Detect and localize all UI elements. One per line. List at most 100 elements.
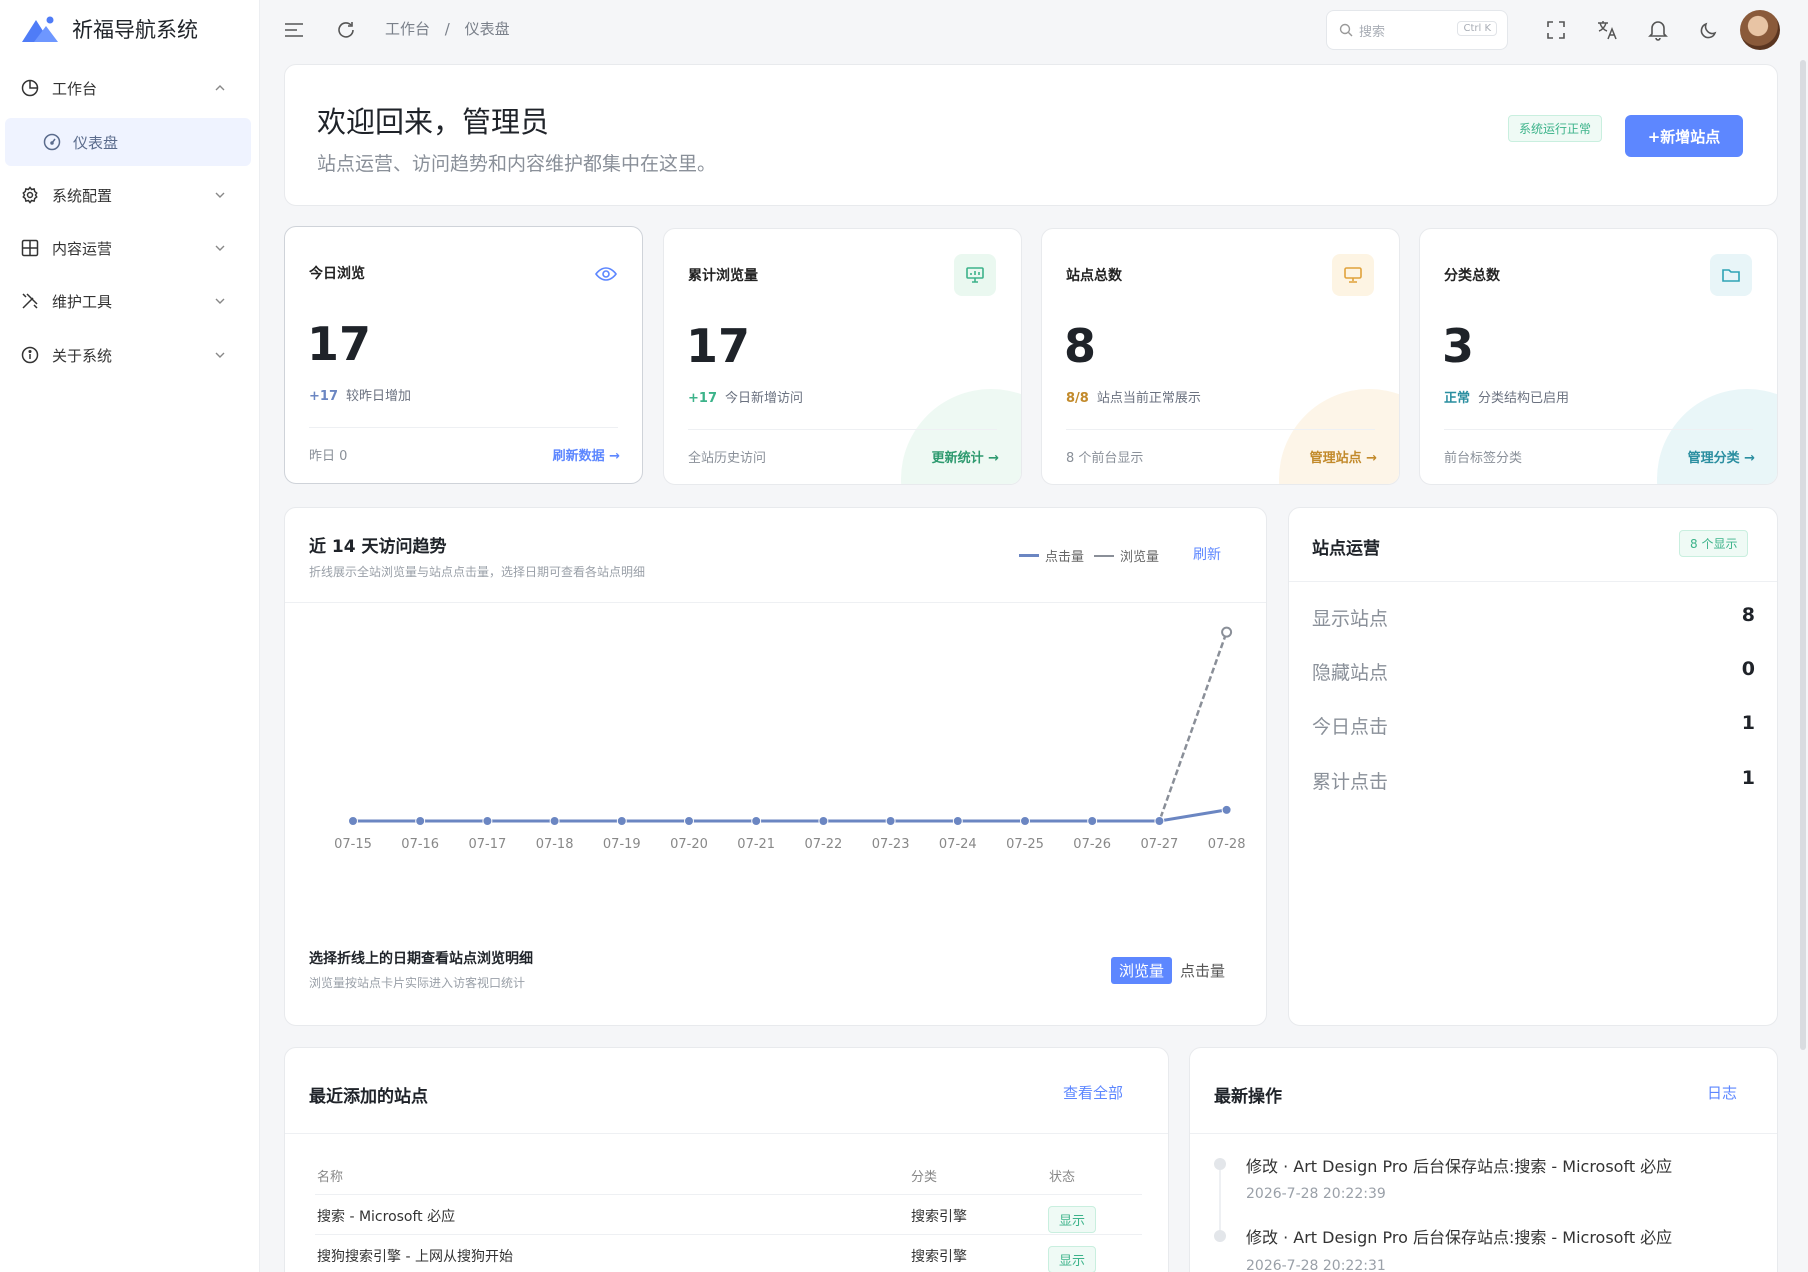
legend-label-views: 浏览量: [1120, 550, 1160, 565]
sidebar-item-system-config[interactable]: 系统配置: [0, 170, 260, 220]
kv-value: 1: [1741, 712, 1755, 734]
stat-delta-value: 正常: [1444, 391, 1471, 406]
log-entry-text: 修改 · Art Design Pro 后台保存站点:搜索 - Microsof…: [1246, 1228, 1673, 1247]
user-avatar[interactable]: [1740, 10, 1780, 50]
app-logo[interactable]: 祈福导航系统: [20, 12, 198, 46]
data-point-clicks: [482, 816, 493, 826]
divider: [1190, 1133, 1777, 1134]
column-header: 名称: [317, 1170, 344, 1185]
stat-value: 3: [1442, 319, 1475, 373]
update-stats-link[interactable]: 更新统计 →: [932, 447, 999, 466]
data-point-clicks: [1087, 816, 1098, 826]
chevron-down-icon: [215, 298, 225, 304]
refresh-icon[interactable]: [335, 19, 357, 41]
search-input[interactable]: 搜索 Ctrl K: [1326, 10, 1508, 50]
x-tick-label: 07-19: [603, 837, 641, 852]
data-point-clicks: [952, 816, 963, 826]
data-point-clicks: [1154, 816, 1165, 826]
bell-icon[interactable]: [1647, 19, 1669, 41]
timeline-dot: [1214, 1158, 1226, 1170]
table-row[interactable]: 搜狗搜索引擎 - 上网从搜狗开始 搜索引擎 显示: [315, 1235, 1142, 1272]
trend-subtitle: 折线展示全站浏览量与站点点击量，选择日期可查看各站点明细: [309, 565, 646, 579]
kv-label: 隐藏站点: [1312, 662, 1389, 684]
view-all-link[interactable]: 查看全部: [1063, 1082, 1123, 1103]
app-title: 祈福导航系统: [72, 18, 198, 42]
log-entry-text: 修改 · Art Design Pro 后台保存站点:搜索 - Microsof…: [1246, 1157, 1673, 1176]
divider: [1289, 581, 1777, 582]
stat-card-total-views: 累计浏览量 17 +17 今日新增访问 全站历史访问 更新统计 →: [663, 228, 1022, 485]
sidebar-item-maintenance[interactable]: 维护工具: [0, 276, 260, 326]
translate-icon[interactable]: [1596, 19, 1618, 41]
menu-toggle-icon[interactable]: [283, 19, 305, 41]
refresh-data-link[interactable]: 刷新数据 →: [553, 445, 620, 464]
manage-sites-link[interactable]: 管理站点 →: [1310, 447, 1377, 466]
table-header: 名称 分类 状态: [315, 1155, 1142, 1195]
site-name: 搜狗搜索引擎 - 上网从搜狗开始: [317, 1249, 513, 1265]
page-scrollbar[interactable]: [1800, 60, 1806, 1050]
sidebar-item-label: 系统配置: [52, 186, 113, 205]
trend-refresh-button[interactable]: 刷新: [1193, 544, 1221, 564]
fullscreen-icon[interactable]: [1545, 19, 1567, 41]
sidebar-item-dashboard[interactable]: 仪表盘: [5, 118, 251, 166]
status-badge: 显示: [1048, 1206, 1097, 1233]
data-point-clicks: [415, 816, 426, 826]
x-tick-label: 07-27: [1141, 837, 1179, 852]
stat-value: 8: [1064, 319, 1097, 373]
x-tick-label: 07-25: [1006, 837, 1044, 852]
stat-delta-value: +17: [688, 391, 717, 406]
sidebar-item-about[interactable]: 关于系统: [0, 330, 260, 380]
divider: [1066, 429, 1375, 430]
log-link[interactable]: 日志: [1707, 1082, 1737, 1103]
kv-label: 显示站点: [1312, 608, 1389, 630]
x-tick-label: 07-24: [939, 837, 977, 852]
x-tick-label: 07-18: [536, 837, 574, 852]
toggle-clicks[interactable]: 点击量: [1172, 957, 1233, 984]
recent-sites-card: 最近添加的站点 查看全部 名称 分类 状态 搜索 - Microsoft 必应 …: [284, 1047, 1169, 1272]
chevron-down-icon: [215, 192, 225, 198]
stat-delta-text: 今日新增访问: [724, 391, 803, 406]
toggle-views[interactable]: 浏览量: [1111, 957, 1173, 984]
trend-line-chart[interactable]: 07-15 07-16 07-17 07-18 07-19 07-20 07-21 07-22…: [285, 603, 1267, 893]
stat-label: 今日浏览: [309, 266, 365, 282]
data-point-clicks: [616, 816, 627, 826]
mountain-logo-icon: [22, 16, 58, 42]
stat-delta-value: 8/8: [1066, 391, 1089, 406]
trend-title: 近 14 天访问趋势: [309, 537, 447, 557]
presentation-icon: [954, 254, 996, 296]
add-site-button[interactable]: +新增站点: [1625, 115, 1743, 157]
welcome-card: 欢迎回来，管理员 站点运营、访问趋势和内容维护都集中在这里。 系统运行正常 +新…: [284, 64, 1778, 206]
data-point-clicks: [549, 816, 560, 826]
grid-icon: [20, 238, 40, 258]
data-point-clicks: [885, 816, 896, 826]
stat-delta-value: +17: [309, 389, 338, 404]
data-point-views: [1221, 626, 1233, 638]
kv-value: 8: [1741, 604, 1755, 626]
breadcrumb-item[interactable]: 工作台: [385, 20, 430, 38]
gear-icon: [20, 185, 40, 205]
sidebar-item-content-ops[interactable]: 内容运营: [0, 223, 260, 273]
sidebar-item-workbench[interactable]: 工作台: [0, 63, 260, 113]
tools-icon: [20, 291, 40, 311]
manage-categories-link[interactable]: 管理分类 →: [1688, 447, 1755, 466]
sidebar-item-label: 仪表盘: [73, 133, 119, 152]
breadcrumb: 工作台 / 仪表盘: [385, 18, 520, 39]
table-row[interactable]: 搜索 - Microsoft 必应 搜索引擎 显示: [315, 1195, 1142, 1235]
detail-subtitle: 浏览量按站点卡片实际进入访客视口统计: [309, 976, 526, 990]
stat-footnote: 全站历史访问: [688, 451, 767, 466]
stat-footnote: 前台标签分类: [1444, 451, 1523, 466]
data-point-clicks: [751, 816, 762, 826]
chevron-down-icon: [215, 352, 225, 358]
sidebar-item-label: 维护工具: [52, 292, 113, 311]
divider: [309, 427, 618, 428]
stat-value: 17: [686, 319, 751, 373]
monitor-icon: [1332, 254, 1374, 296]
site-name: 搜索 - Microsoft 必应: [317, 1209, 456, 1225]
sidebar-item-label: 工作台: [52, 79, 98, 98]
moon-icon[interactable]: [1698, 19, 1720, 41]
stat-footnote: 昨日 0: [309, 449, 348, 464]
site-ops-title: 站点运营: [1312, 539, 1380, 559]
search-icon: [1339, 23, 1353, 37]
recent-sites-title: 最近添加的站点: [309, 1087, 428, 1107]
x-tick-label: 07-26: [1073, 837, 1111, 852]
folder-icon: [1710, 254, 1752, 296]
